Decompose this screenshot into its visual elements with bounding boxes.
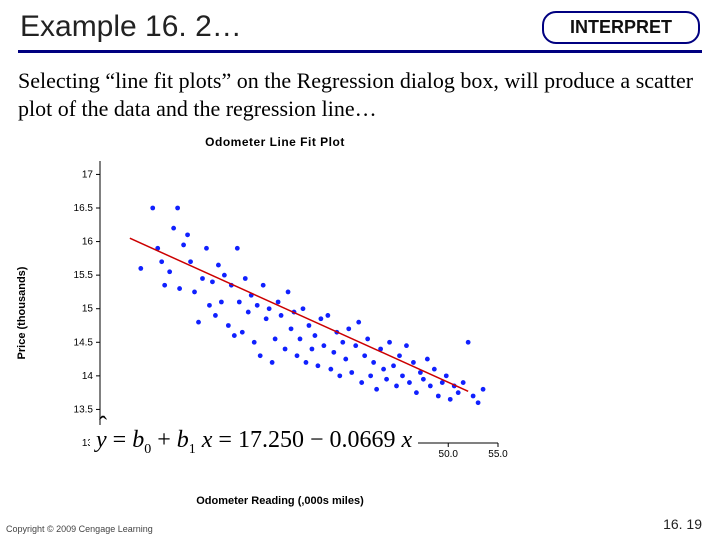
svg-text:15: 15 xyxy=(82,304,94,315)
interpret-badge: INTERPRET xyxy=(542,11,700,44)
svg-text:16.5: 16.5 xyxy=(74,203,94,214)
svg-text:17: 17 xyxy=(82,169,94,180)
slide-number: 16. 19 xyxy=(663,516,702,532)
svg-text:15.5: 15.5 xyxy=(74,270,94,281)
svg-text:14: 14 xyxy=(82,371,94,382)
svg-text:50.0: 50.0 xyxy=(439,449,459,460)
regression-equation: y = b0 + b1 x = 17.250 − 0.0669 x xyxy=(90,425,418,460)
svg-text:13.5: 13.5 xyxy=(74,404,94,415)
copyright-text: Copyright © 2009 Cengage Learning xyxy=(6,524,153,534)
svg-text:14.5: 14.5 xyxy=(74,337,94,348)
y-axis-label: Price (thousands) xyxy=(16,267,28,360)
page-title: Example 16. 2… xyxy=(20,10,242,44)
svg-text:16: 16 xyxy=(82,237,94,248)
chart-title: Odometer Line Fit Plot xyxy=(40,135,510,149)
svg-text:55.0: 55.0 xyxy=(488,449,508,460)
title-rule xyxy=(18,50,702,53)
description-text: Selecting “line fit plots” on the Regres… xyxy=(0,63,720,124)
x-axis-label: Odometer Reading (,000s miles) xyxy=(196,495,364,507)
